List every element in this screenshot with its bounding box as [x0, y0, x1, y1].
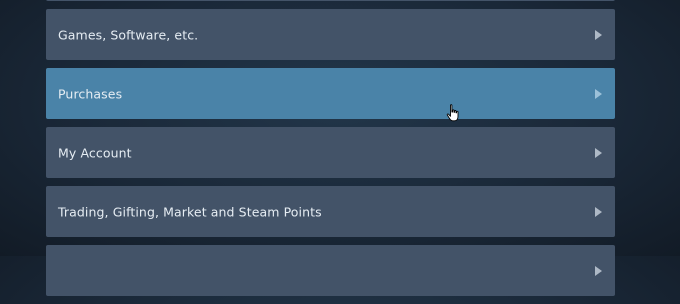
chevron-right-icon	[595, 265, 602, 276]
chevron-right-icon	[595, 29, 602, 40]
menu-item-purchases[interactable]: Purchases	[46, 68, 615, 119]
menu-item-label: Purchases	[58, 86, 123, 101]
menu-item-label: Games, Software, etc.	[58, 27, 199, 42]
help-topics-list: Games, Software, etc. Purchases My Accou…	[46, 0, 615, 304]
menu-item-trading-gifting-market[interactable]: Trading, Gifting, Market and Steam Point…	[46, 186, 615, 237]
menu-item-my-account[interactable]: My Account	[46, 127, 615, 178]
menu-item-label: My Account	[58, 145, 132, 160]
menu-item-next[interactable]	[46, 245, 615, 296]
menu-item-games-software[interactable]: Games, Software, etc.	[46, 9, 615, 60]
chevron-right-icon	[595, 206, 602, 217]
chevron-right-icon	[595, 147, 602, 158]
chevron-right-icon	[595, 88, 602, 99]
menu-item-label: Trading, Gifting, Market and Steam Point…	[58, 204, 322, 219]
menu-item-previous[interactable]	[46, 0, 615, 1]
